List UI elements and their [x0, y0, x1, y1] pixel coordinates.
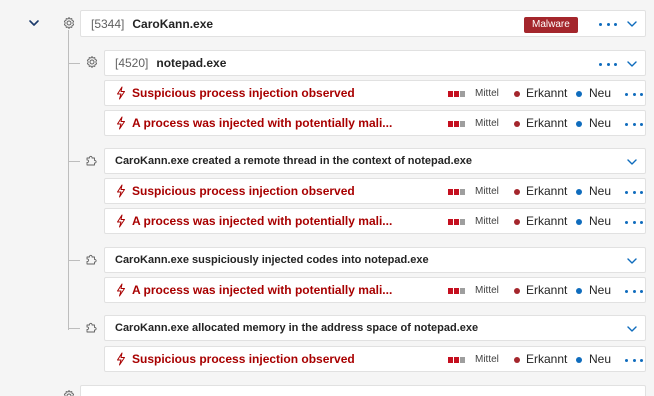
- alert-title[interactable]: Suspicious process injection observed: [132, 179, 355, 203]
- root-process-name: CaroKann.exe: [132, 16, 214, 31]
- more-options-icon[interactable]: [625, 185, 643, 199]
- alert-row[interactable]: A process was injected with potentially …: [104, 110, 646, 136]
- alert-row[interactable]: Suspicious process injection observed Mi…: [104, 80, 646, 106]
- event-title: CaroKann.exe allocated memory in the add…: [115, 322, 479, 334]
- alert-title[interactable]: A process was injected with potentially …: [132, 111, 392, 135]
- detection-status-label: Erkannt: [526, 283, 568, 297]
- more-options-icon[interactable]: [599, 57, 617, 71]
- puzzle-icon: [85, 155, 97, 167]
- severity-bars-icon: [448, 91, 466, 97]
- new-status-dot: [576, 189, 582, 195]
- detected-status-dot: [514, 219, 520, 225]
- lightning-alert-icon: [115, 283, 127, 297]
- next-process-card[interactable]: [80, 385, 646, 396]
- event-row[interactable]: CaroKann.exe allocated memory in the add…: [104, 315, 646, 341]
- alert-row[interactable]: A process was injected with potentially …: [104, 277, 646, 303]
- child-process-name: notepad.exe: [156, 56, 227, 70]
- alert-status-label: Neu: [589, 214, 612, 228]
- gear-icon: [62, 16, 76, 30]
- alert-status-label: Neu: [589, 352, 612, 366]
- detection-status-label: Erkannt: [526, 184, 568, 198]
- lightning-alert-icon: [115, 184, 127, 198]
- lightning-alert-icon: [115, 116, 127, 130]
- puzzle-icon: [85, 322, 97, 334]
- detection-status-label: Erkannt: [526, 352, 568, 366]
- alert-title[interactable]: Suspicious process injection observed: [132, 81, 355, 105]
- detection-status-label: Erkannt: [526, 214, 568, 228]
- tree-branch-event-1: [68, 161, 80, 162]
- tree-branch-event-2: [68, 260, 80, 261]
- detected-status-dot: [514, 189, 520, 195]
- severity-bars-icon: [448, 219, 466, 225]
- detected-status-dot: [514, 121, 520, 127]
- chevron-down-icon[interactable]: [625, 155, 639, 169]
- root-process-title: [5344] CaroKann.exe: [91, 11, 213, 36]
- chevron-down-icon[interactable]: [625, 57, 639, 71]
- event-row[interactable]: CaroKann.exe created a remote thread in …: [104, 148, 646, 174]
- alert-status-label: Neu: [589, 116, 612, 130]
- detection-status-label: Erkannt: [526, 86, 568, 100]
- severity-bars-icon: [448, 357, 466, 363]
- alert-row[interactable]: Suspicious process injection observed Mi…: [104, 178, 646, 204]
- detected-status-dot: [514, 91, 520, 97]
- severity-label: Mittel: [475, 285, 499, 296]
- severity-bars-icon: [448, 288, 466, 294]
- root-process-card[interactable]: [5344] CaroKann.exe Malware: [80, 10, 646, 37]
- new-status-dot: [576, 121, 582, 127]
- severity-label: Mittel: [475, 118, 499, 129]
- chevron-down-icon[interactable]: [625, 17, 639, 31]
- tree-branch-event-3: [68, 328, 80, 329]
- puzzle-icon: [85, 254, 97, 266]
- child-process-card[interactable]: [4520] notepad.exe: [104, 50, 646, 76]
- child-process-title: [4520] notepad.exe: [115, 51, 226, 75]
- more-options-icon[interactable]: [625, 215, 643, 229]
- alert-title[interactable]: A process was injected with potentially …: [132, 209, 392, 233]
- chevron-down-icon[interactable]: [625, 254, 639, 268]
- alert-row[interactable]: Suspicious process injection observed Mi…: [104, 346, 646, 372]
- gear-icon: [62, 389, 76, 396]
- alert-status-label: Neu: [589, 184, 612, 198]
- child-pid: [4520]: [115, 56, 149, 70]
- tree-line-root: [68, 30, 69, 330]
- alert-status-label: Neu: [589, 86, 612, 100]
- severity-bars-icon: [448, 121, 466, 127]
- more-options-icon[interactable]: [625, 284, 643, 298]
- new-status-dot: [576, 357, 582, 363]
- lightning-alert-icon: [115, 214, 127, 228]
- detection-status-label: Erkannt: [526, 116, 568, 130]
- more-options-icon[interactable]: [625, 353, 643, 367]
- severity-label: Mittel: [475, 88, 499, 99]
- chevron-down-icon[interactable]: [625, 322, 639, 336]
- lightning-alert-icon: [115, 352, 127, 366]
- lightning-alert-icon: [115, 86, 127, 100]
- more-options-icon[interactable]: [625, 87, 643, 101]
- severity-label: Mittel: [475, 354, 499, 365]
- detected-status-dot: [514, 288, 520, 294]
- gear-icon: [85, 55, 99, 69]
- more-options-icon[interactable]: [625, 117, 643, 131]
- malware-badge: Malware: [524, 17, 578, 33]
- detected-status-dot: [514, 357, 520, 363]
- alert-row[interactable]: A process was injected with potentially …: [104, 208, 646, 234]
- tree-branch-child: [68, 63, 80, 64]
- severity-label: Mittel: [475, 216, 499, 227]
- new-status-dot: [576, 91, 582, 97]
- event-row[interactable]: CaroKann.exe suspiciously injected codes…: [104, 247, 646, 273]
- expand-root-chevron-icon[interactable]: [27, 16, 41, 30]
- new-status-dot: [576, 288, 582, 294]
- alert-title[interactable]: Suspicious process injection observed: [132, 347, 355, 371]
- alert-title[interactable]: A process was injected with potentially …: [132, 278, 392, 302]
- severity-bars-icon: [448, 189, 466, 195]
- severity-label: Mittel: [475, 186, 499, 197]
- new-status-dot: [576, 219, 582, 225]
- alert-status-label: Neu: [589, 283, 612, 297]
- event-title: CaroKann.exe created a remote thread in …: [115, 155, 472, 167]
- more-options-icon[interactable]: [599, 17, 617, 31]
- root-pid: [5344]: [91, 16, 125, 31]
- event-title: CaroKann.exe suspiciously injected codes…: [115, 254, 429, 266]
